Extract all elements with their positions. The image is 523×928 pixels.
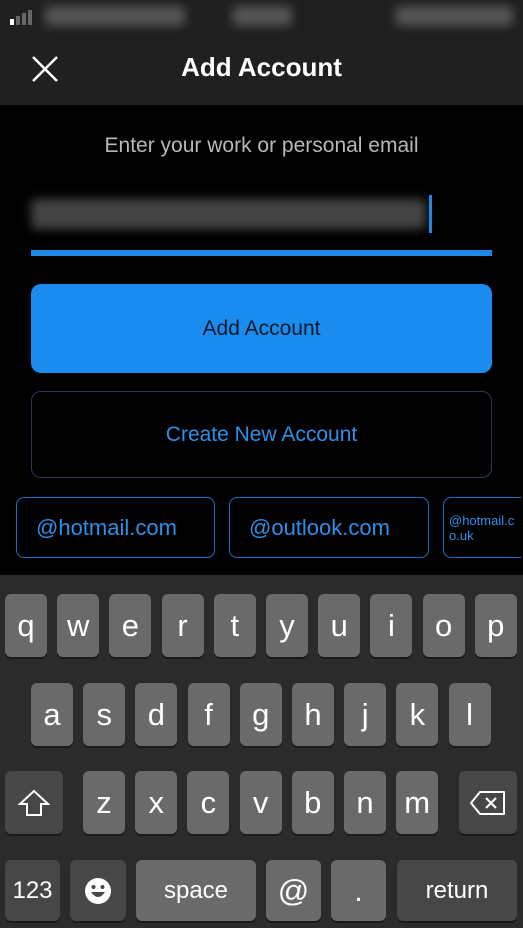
at-key[interactable]: @: [266, 860, 321, 921]
key-z[interactable]: z: [83, 771, 125, 834]
key-l[interactable]: l: [448, 683, 491, 746]
text-caret: [429, 195, 432, 233]
key-q[interactable]: q: [5, 594, 47, 657]
key-v[interactable]: v: [239, 771, 282, 834]
key-a[interactable]: a: [31, 683, 73, 746]
key-i[interactable]: i: [370, 594, 413, 657]
create-new-account-button[interactable]: Create New Account: [31, 391, 492, 478]
key-p[interactable]: p: [474, 594, 517, 657]
dot-key[interactable]: .: [331, 860, 386, 921]
status-time-blurred: [232, 6, 292, 26]
key-u[interactable]: u: [318, 594, 361, 657]
key-j[interactable]: j: [344, 683, 387, 746]
status-blurred: [45, 6, 185, 26]
shift-icon: [17, 789, 51, 816]
key-e[interactable]: e: [109, 594, 152, 657]
key-f[interactable]: f: [187, 683, 230, 746]
key-t[interactable]: t: [213, 594, 256, 657]
email-prompt: Enter your work or personal email: [104, 134, 419, 157]
key-m[interactable]: m: [396, 771, 439, 834]
key-s[interactable]: s: [83, 683, 126, 746]
status-battery-blurred: [395, 6, 513, 26]
domain-chip-outlook[interactable]: @outlook.com: [229, 497, 429, 558]
add-account-button[interactable]: Add Account: [31, 284, 492, 373]
numbers-key[interactable]: 123: [5, 860, 60, 921]
key-r[interactable]: r: [161, 594, 204, 657]
key-x[interactable]: x: [135, 771, 178, 834]
key-y[interactable]: y: [266, 594, 308, 657]
emoji-key[interactable]: [70, 860, 126, 921]
key-o[interactable]: o: [422, 594, 465, 657]
emoji-icon: [85, 877, 111, 904]
key-b[interactable]: b: [291, 771, 334, 834]
header: Add Account: [0, 34, 523, 105]
shift-key[interactable]: [5, 771, 63, 834]
backspace-icon: [470, 790, 505, 815]
key-d[interactable]: d: [135, 683, 178, 746]
key-g[interactable]: g: [239, 683, 282, 746]
status-bar: [0, 0, 523, 34]
backspace-key[interactable]: [459, 771, 517, 834]
key-k[interactable]: k: [396, 683, 439, 746]
key-h[interactable]: h: [292, 683, 334, 746]
domain-chip-hotmail-uk[interactable]: @hotmail.co.uk: [443, 497, 521, 558]
signal-icon: [10, 10, 32, 25]
key-n[interactable]: n: [344, 771, 386, 834]
key-w[interactable]: w: [57, 594, 100, 657]
domain-chip-hotmail[interactable]: @hotmail.com: [16, 497, 215, 558]
page-title: Add Account: [181, 52, 342, 82]
key-c[interactable]: c: [187, 771, 230, 834]
space-key[interactable]: space: [136, 860, 256, 921]
email-underline: [31, 250, 492, 256]
return-key[interactable]: return: [397, 860, 517, 921]
email-input[interactable]: [31, 193, 436, 237]
